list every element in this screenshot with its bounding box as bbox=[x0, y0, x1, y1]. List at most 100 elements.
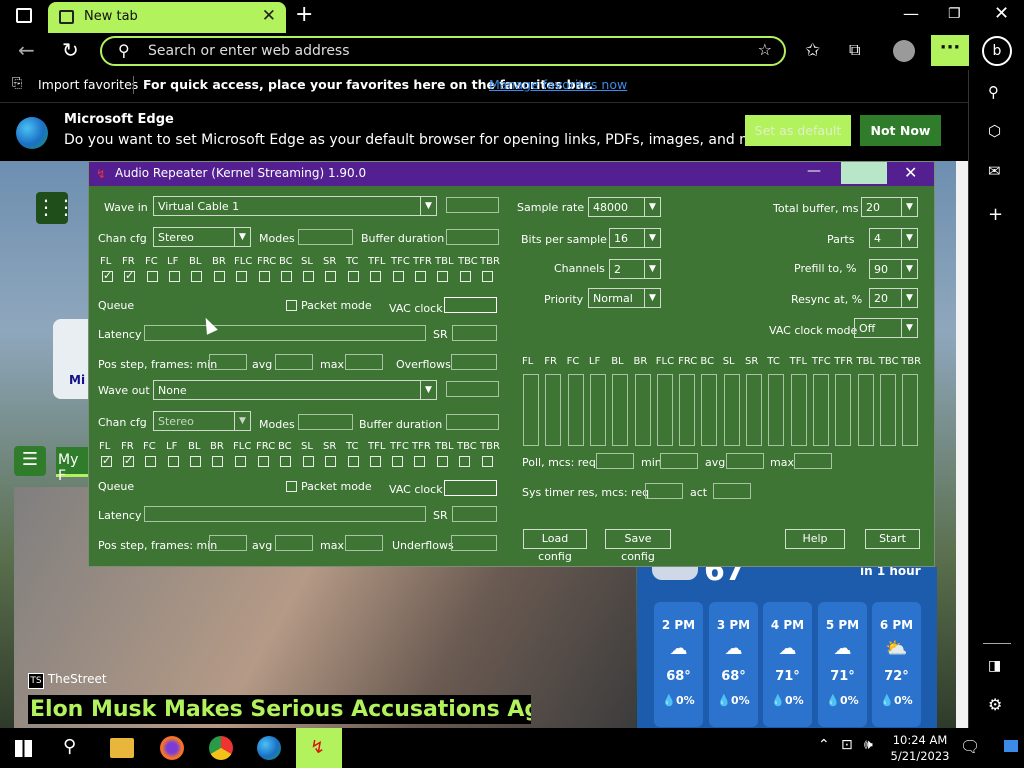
channels-select[interactable]: 2 ▼ bbox=[609, 259, 661, 279]
show-desktop-icon[interactable] bbox=[1004, 740, 1018, 752]
help-button[interactable]: Help bbox=[785, 529, 845, 549]
channel-checkbox-tbc[interactable] bbox=[460, 271, 471, 282]
chrome-icon[interactable] bbox=[209, 736, 233, 760]
priority-select[interactable]: Normal ▼ bbox=[588, 288, 661, 308]
notifications-icon[interactable]: 🗨 bbox=[960, 737, 980, 756]
menu-button[interactable]: ☰ bbox=[14, 446, 46, 476]
bing-icon[interactable]: b bbox=[982, 36, 1012, 66]
vac-clock-mode-select[interactable]: Off ▼ bbox=[854, 318, 918, 338]
channel-checkbox-bc[interactable] bbox=[281, 271, 292, 282]
parts-select[interactable]: 4 ▼ bbox=[869, 228, 918, 248]
collections-icon[interactable]: ⧉ bbox=[849, 40, 860, 60]
channel-checkbox-fr[interactable] bbox=[123, 454, 134, 467]
channel-checkbox-flc[interactable] bbox=[236, 271, 247, 282]
tab-new-tab[interactable]: New tab ✕ bbox=[48, 2, 286, 33]
start-button[interactable]: Start bbox=[865, 529, 920, 549]
file-explorer-icon[interactable] bbox=[110, 738, 134, 758]
set-as-default-button[interactable]: Set as default bbox=[745, 115, 851, 146]
channel-checkbox-bl[interactable] bbox=[190, 456, 201, 467]
channel-checkbox-tc[interactable] bbox=[348, 456, 359, 467]
forecast-card[interactable]: 3 PM ☁ 68° 💧0% bbox=[709, 602, 758, 727]
close-window-button[interactable]: ✕ bbox=[994, 3, 1009, 24]
channel-checkbox-frc[interactable] bbox=[259, 271, 270, 282]
dialog-maximize-button[interactable] bbox=[841, 162, 887, 184]
channel-checkbox-tfc[interactable] bbox=[393, 271, 404, 282]
resync-select[interactable]: 20 ▼ bbox=[869, 288, 918, 308]
dialog-titlebar[interactable]: ↯ Audio Repeater (Kernel Streaming) 1.90… bbox=[89, 162, 934, 186]
channel-checkbox-tfc[interactable] bbox=[392, 456, 403, 467]
channel-checkbox-fc[interactable] bbox=[147, 271, 158, 282]
dialog-close-button[interactable]: ✕ bbox=[904, 163, 917, 182]
load-config-button[interactable]: Load config bbox=[523, 529, 587, 563]
prefill-select[interactable]: 90 ▼ bbox=[869, 259, 918, 279]
sample-rate-select[interactable]: 48000 ▼ bbox=[588, 197, 661, 217]
channel-checkbox-lf[interactable] bbox=[168, 456, 179, 467]
search-taskbar-icon[interactable]: ⚲ bbox=[63, 736, 76, 757]
games-icon[interactable]: ⬡ bbox=[988, 122, 1001, 140]
volume-icon[interactable]: 🕪 bbox=[864, 737, 873, 753]
forecast-card[interactable]: 6 PM ⛅ 72° 💧0% bbox=[872, 602, 921, 727]
firefox-icon[interactable] bbox=[160, 736, 184, 760]
channel-checkbox-br[interactable] bbox=[214, 271, 225, 282]
channel-checkbox-fr[interactable] bbox=[124, 269, 135, 282]
sidebar-settings-icon[interactable]: ⚙ bbox=[988, 695, 1002, 714]
forecast-card[interactable]: 5 PM ☁ 71° 💧0% bbox=[818, 602, 867, 727]
windows-start-icon[interactable] bbox=[15, 740, 32, 757]
outlook-icon[interactable]: ✉ bbox=[988, 162, 1001, 180]
not-now-button[interactable]: Not Now bbox=[860, 115, 941, 146]
forecast-card[interactable]: 2 PM ☁ 68° 💧0% bbox=[654, 602, 703, 727]
refresh-icon[interactable]: ↻ bbox=[62, 38, 79, 62]
close-tab-icon[interactable]: ✕ bbox=[262, 6, 276, 26]
side-card[interactable]: Mi bbox=[53, 319, 89, 399]
wave-out-select[interactable]: None ▼ bbox=[153, 380, 437, 400]
channel-checkbox-br[interactable] bbox=[212, 456, 223, 467]
my-feed-tab[interactable]: My F bbox=[56, 447, 88, 484]
wave-in-select[interactable]: Virtual Cable 1 ▼ bbox=[153, 196, 437, 216]
import-favorites-link[interactable]: Import favorites bbox=[38, 77, 138, 92]
hide-sidebar-icon[interactable]: ◨ bbox=[988, 658, 1001, 674]
profile-avatar[interactable] bbox=[893, 40, 915, 62]
channel-checkbox-tc[interactable] bbox=[348, 271, 359, 282]
channel-checkbox-tfr[interactable] bbox=[415, 271, 426, 282]
dialog-minimize-button[interactable]: — bbox=[807, 163, 821, 179]
channel-checkbox-sl[interactable] bbox=[303, 271, 314, 282]
channel-checkbox-sr[interactable] bbox=[325, 456, 336, 467]
new-tab-button[interactable]: + bbox=[295, 2, 313, 27]
search-sidebar-icon[interactable]: ⚲ bbox=[988, 83, 999, 101]
clock[interactable]: 10:24 AM 5/21/2023 bbox=[884, 732, 956, 764]
page-scrollbar[interactable] bbox=[956, 161, 968, 728]
channel-checkbox-tbl[interactable] bbox=[437, 456, 448, 467]
channel-checkbox-sr[interactable] bbox=[325, 271, 336, 282]
channel-checkbox-flc[interactable] bbox=[235, 456, 246, 467]
channel-checkbox-tbr[interactable] bbox=[482, 271, 493, 282]
channel-checkbox-bc[interactable] bbox=[280, 456, 291, 467]
channel-checkbox-tbc[interactable] bbox=[459, 456, 470, 467]
add-favorite-icon[interactable]: ☆ bbox=[758, 40, 772, 59]
forecast-card[interactable]: 4 PM ☁ 71° 💧0% bbox=[763, 602, 812, 727]
channel-checkbox-fl[interactable] bbox=[102, 269, 113, 282]
channel-checkbox-tbr[interactable] bbox=[482, 456, 493, 467]
chan-cfg-out-select[interactable]: Stereo ▼ bbox=[153, 411, 251, 431]
packet-mode-checkbox[interactable] bbox=[286, 300, 297, 311]
network-icon[interactable]: ⊡ bbox=[841, 737, 853, 753]
address-bar[interactable]: ⚲ Search or enter web address ☆ bbox=[100, 36, 786, 66]
channel-checkbox-tfl[interactable] bbox=[370, 456, 381, 467]
packet-mode-out-checkbox[interactable] bbox=[286, 481, 297, 492]
audio-repeater-taskbar-button[interactable]: ↯ bbox=[296, 728, 342, 768]
edge-taskbar-icon[interactable] bbox=[257, 736, 281, 760]
news-headline[interactable]: Elon Musk Makes Serious Accusations Agai… bbox=[28, 695, 531, 724]
channel-checkbox-fl[interactable] bbox=[101, 454, 112, 467]
apps-grid-button[interactable]: ⋮⋮ bbox=[36, 192, 76, 224]
channel-checkbox-tfl[interactable] bbox=[370, 271, 381, 282]
channel-checkbox-tbl[interactable] bbox=[437, 271, 448, 282]
channel-checkbox-fc[interactable] bbox=[145, 456, 156, 467]
chan-cfg-select[interactable]: Stereo ▼ bbox=[153, 227, 251, 247]
tab-actions-icon[interactable] bbox=[16, 8, 32, 23]
favorites-icon[interactable]: ✩ bbox=[805, 40, 820, 61]
channel-checkbox-sl[interactable] bbox=[303, 456, 314, 467]
show-hidden-icons[interactable]: ⌃ bbox=[818, 737, 830, 753]
total-buffer-select[interactable]: 20 ▼ bbox=[861, 197, 918, 217]
restore-button[interactable]: ❐ bbox=[948, 6, 961, 22]
channel-checkbox-frc[interactable] bbox=[258, 456, 269, 467]
channel-checkbox-tfr[interactable] bbox=[414, 456, 425, 467]
